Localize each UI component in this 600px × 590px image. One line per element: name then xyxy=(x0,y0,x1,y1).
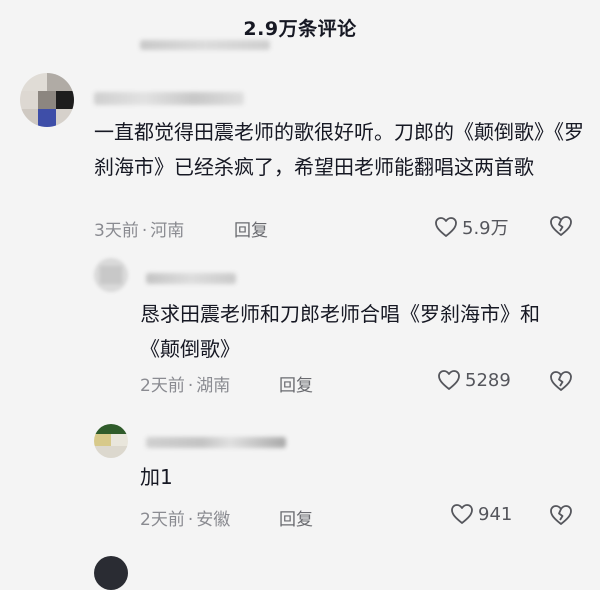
comment-location: 安徽 xyxy=(196,510,231,530)
avatar[interactable] xyxy=(94,556,128,590)
comment-meta: 3天前 · 河南 xyxy=(94,216,184,241)
like-button[interactable]: 5.9万 xyxy=(434,214,509,240)
blurred-username[interactable] xyxy=(146,273,236,284)
comment-time: 2天前 xyxy=(140,510,185,530)
meta-separator: · xyxy=(187,376,194,396)
comment-meta: 2天前 · 安徽 xyxy=(140,505,230,530)
comment-location: 河南 xyxy=(150,221,185,241)
broken-heart-icon xyxy=(550,216,572,236)
reply-button[interactable]: 回复 xyxy=(234,216,268,241)
comments-count-title: 2.9万条评论 xyxy=(243,18,357,40)
avatar[interactable] xyxy=(94,258,128,292)
broken-heart-icon xyxy=(550,371,572,391)
comment-location: 湖南 xyxy=(196,376,231,396)
reply-button[interactable]: 回复 xyxy=(279,505,313,530)
avatar[interactable] xyxy=(20,73,74,127)
comment-time: 2天前 xyxy=(140,376,185,396)
dislike-button[interactable] xyxy=(549,504,573,530)
blurred-username[interactable] xyxy=(146,437,286,448)
broken-heart-icon xyxy=(550,505,572,525)
comment-text: 一直都觉得田震老师的歌很好听。刀郎的《颠倒歌》《罗刹海市》已经杀疯了，希望田老师… xyxy=(94,120,584,179)
meta-separator: · xyxy=(141,221,148,241)
heart-outline-icon xyxy=(438,370,460,390)
dislike-button[interactable] xyxy=(549,370,573,396)
reply-button[interactable]: 回复 xyxy=(279,371,313,396)
comment-time: 3天前 xyxy=(94,221,139,241)
blurred-username[interactable] xyxy=(94,92,244,105)
dislike-button[interactable] xyxy=(549,215,573,241)
meta-separator: · xyxy=(187,510,194,530)
blurred-previous-comment-text xyxy=(140,40,270,50)
like-count: 5.9万 xyxy=(462,218,509,239)
like-button[interactable]: 5289 xyxy=(437,369,511,391)
like-count: 5289 xyxy=(465,369,511,391)
heart-outline-icon xyxy=(451,504,473,524)
heart-outline-icon xyxy=(435,217,457,237)
like-button[interactable]: 941 xyxy=(450,503,512,525)
like-count: 941 xyxy=(478,503,513,525)
comment-text: 恳求田震老师和刀郎老师合唱《罗刹海市》和《颠倒歌》 xyxy=(140,302,540,361)
comment-text: 加1 xyxy=(140,465,173,489)
comment-meta: 2天前 · 湖南 xyxy=(140,371,230,396)
avatar[interactable] xyxy=(94,424,128,458)
